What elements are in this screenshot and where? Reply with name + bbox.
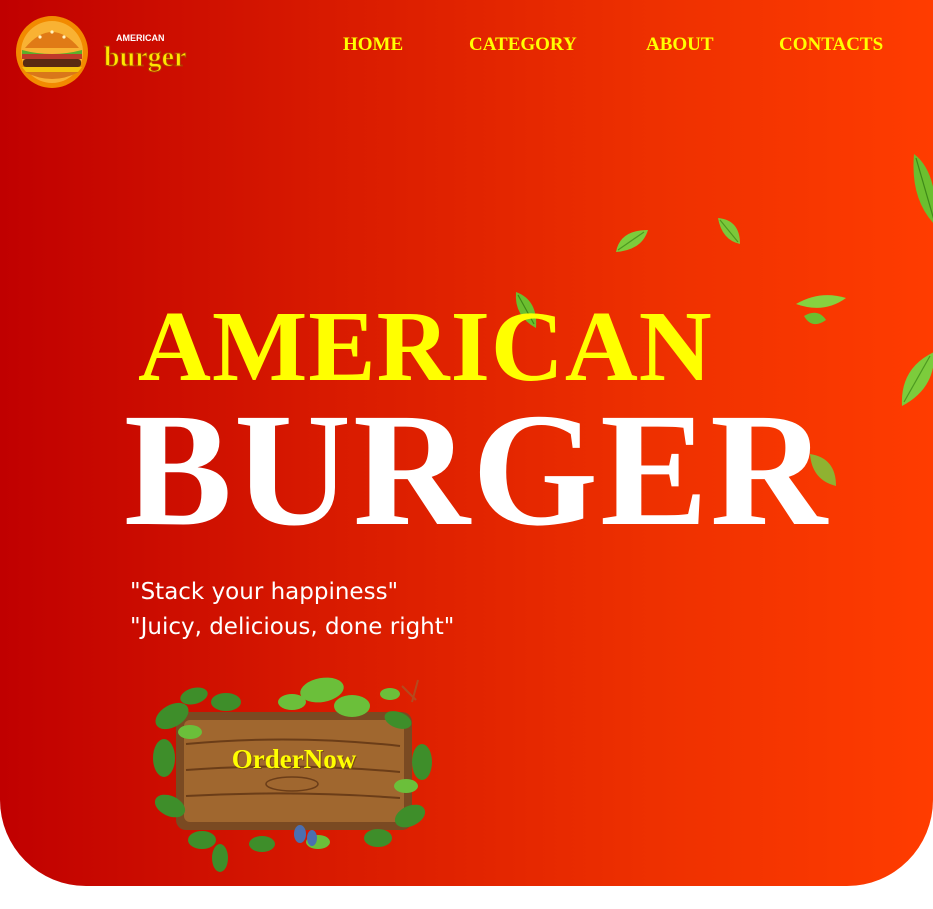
- hero-title-burger: BURGER: [124, 381, 830, 560]
- nav-home[interactable]: HOME: [343, 34, 403, 56]
- nav-category[interactable]: CATEGORY: [469, 34, 577, 56]
- nav-contacts[interactable]: CONTACTS: [779, 34, 883, 56]
- nav-about[interactable]: ABOUT: [646, 34, 714, 56]
- leaf-icon: [616, 230, 648, 252]
- leaf-icon: [796, 295, 846, 325]
- tagline-1: "Stack your happiness": [130, 579, 399, 605]
- order-now-label: OrderNow: [231, 744, 357, 774]
- leaf-icon: [901, 352, 933, 406]
- main-nav: HOME CATEGORY ABOUT CONTACTS: [0, 34, 933, 58]
- leaf-icon: [913, 154, 933, 223]
- tagline-2: "Juicy, delicious, done right": [130, 614, 455, 640]
- leaf-icon: [718, 218, 740, 244]
- hero-section: AMERICAN burger HOME CATEGORY ABOUT CONT…: [0, 0, 933, 886]
- order-now-button[interactable]: OrderNow: [142, 666, 446, 876]
